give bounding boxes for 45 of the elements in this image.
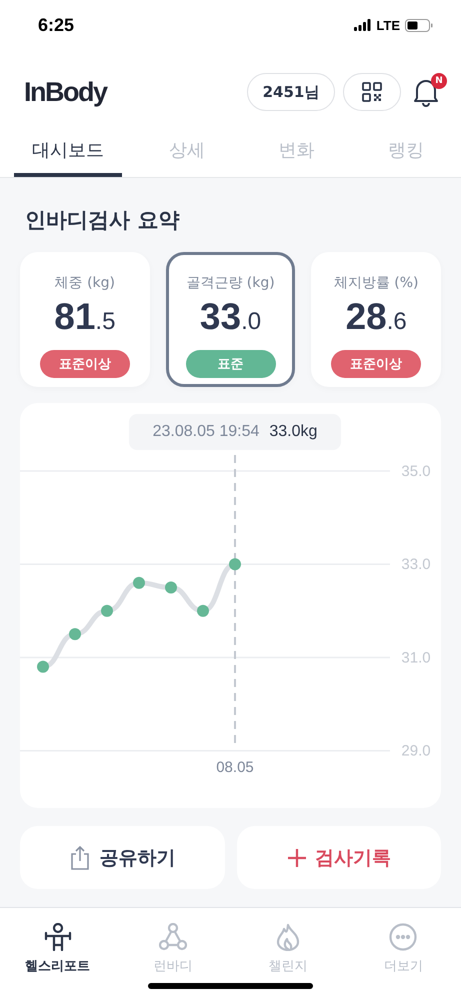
data-point — [165, 582, 177, 594]
data-point — [133, 576, 145, 589]
network-label: LTE — [376, 18, 400, 32]
data-point — [37, 660, 49, 673]
qr-code-icon — [362, 82, 382, 102]
metric-label: 체중 (kg) — [54, 274, 116, 292]
signal-icon — [354, 19, 372, 31]
notification-badge: N — [431, 73, 447, 89]
data-point — [69, 628, 81, 640]
metric-value: 28.6 — [346, 296, 407, 339]
metric-label: 체지방률 (%) — [334, 274, 419, 292]
status-badge: 표준이상 — [331, 350, 422, 378]
tooltip-value: 33.0kg — [269, 423, 318, 441]
plus-icon — [286, 848, 307, 868]
share-button[interactable]: 공유하기 — [20, 826, 224, 889]
axis-label: 35.0 — [401, 463, 431, 480]
person-icon — [44, 923, 72, 951]
data-point — [229, 558, 241, 570]
logo: InBody — [24, 76, 108, 108]
metric-label: 골격근량 (kg) — [186, 274, 275, 292]
section-title: 인바디검사 요약 — [25, 207, 180, 234]
metric-card[interactable]: 골격근량 (kg) 33.0 표준 — [166, 252, 296, 387]
more-icon — [389, 923, 418, 951]
axis-label: 31.0 — [401, 649, 431, 666]
battery-icon — [405, 18, 433, 32]
status-time: 6:25 — [38, 14, 74, 36]
nodes-icon — [158, 923, 187, 951]
status-badge: 표준이상 — [40, 350, 130, 378]
metric-value: 33.0 — [200, 296, 262, 339]
axis-label: 08.05 — [216, 759, 254, 776]
share-icon — [69, 846, 92, 870]
data-point — [101, 604, 113, 617]
user-chip[interactable]: 2451님 — [247, 73, 335, 111]
tooltip-date: 23.08.05 19:54 — [152, 423, 260, 441]
status-badge: 표준 — [186, 350, 276, 378]
metric-card[interactable]: 체지방률 (%) 28.6 표준이상 — [311, 252, 442, 387]
metric-value: 81.5 — [54, 296, 116, 339]
add-record-button[interactable]: 검사기록 — [236, 826, 441, 889]
metric-card[interactable]: 체중 (kg) 81.5 표준이상 — [20, 252, 150, 387]
data-point — [197, 604, 209, 617]
qr-button[interactable] — [343, 73, 401, 111]
axis-label: 29.0 — [401, 742, 431, 760]
tab[interactable]: 대시보드 — [14, 134, 122, 177]
axis-label: 33.0 — [401, 556, 431, 574]
nav-tab[interactable]: 헬스리포트 — [0, 922, 116, 1000]
